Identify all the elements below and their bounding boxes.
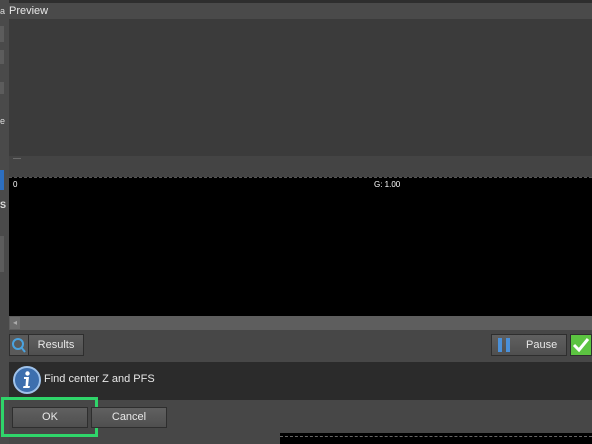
cancel-button[interactable]: Cancel — [91, 407, 167, 428]
plot-dashed-line — [280, 436, 592, 437]
background-app-text: a — [0, 6, 6, 16]
results-label-button[interactable]: Results — [28, 334, 84, 356]
ok-button[interactable]: OK — [12, 407, 88, 428]
splitter-handle[interactable] — [13, 158, 21, 159]
background-app-plot-strip — [280, 433, 592, 444]
dialog-title-bar: Preview — [9, 3, 592, 19]
horizontal-scrollbar[interactable]: ◂ — [9, 316, 592, 330]
background-app-selected-item — [0, 170, 4, 190]
background-app-text: e — [0, 116, 6, 126]
background-app-panel — [0, 0, 9, 444]
magnifier-icon — [12, 338, 26, 353]
results-label: Results — [37, 339, 75, 351]
dialog-title: Preview — [9, 5, 49, 17]
info-icon — [12, 365, 42, 395]
preview-image-area[interactable] — [9, 19, 592, 156]
histogram-gamma-label: G: 1.00 — [374, 180, 401, 189]
histogram-min-label: 0 — [13, 180, 18, 189]
pause-label: Pause — [526, 339, 558, 351]
apply-button[interactable] — [570, 334, 592, 356]
message-text: Find center Z and PFS — [44, 373, 155, 385]
background-app-control — [0, 50, 4, 64]
checkmark-icon — [572, 338, 590, 353]
background-app-control — [0, 26, 4, 42]
ok-label: OK — [42, 411, 58, 423]
pause-button[interactable]: Pause — [491, 334, 567, 356]
scroll-left-icon[interactable]: ◂ — [10, 317, 20, 329]
background-app-control — [0, 236, 4, 272]
results-button[interactable] — [9, 334, 29, 356]
background-app-control — [0, 82, 4, 94]
splitter[interactable] — [9, 156, 592, 177]
background-app-text: S — [0, 200, 7, 210]
cancel-label: Cancel — [111, 411, 147, 423]
pause-icon — [496, 338, 512, 352]
histogram-top-line — [9, 177, 592, 178]
histogram-panel[interactable]: 0 G: 1.00 — [9, 177, 592, 316]
